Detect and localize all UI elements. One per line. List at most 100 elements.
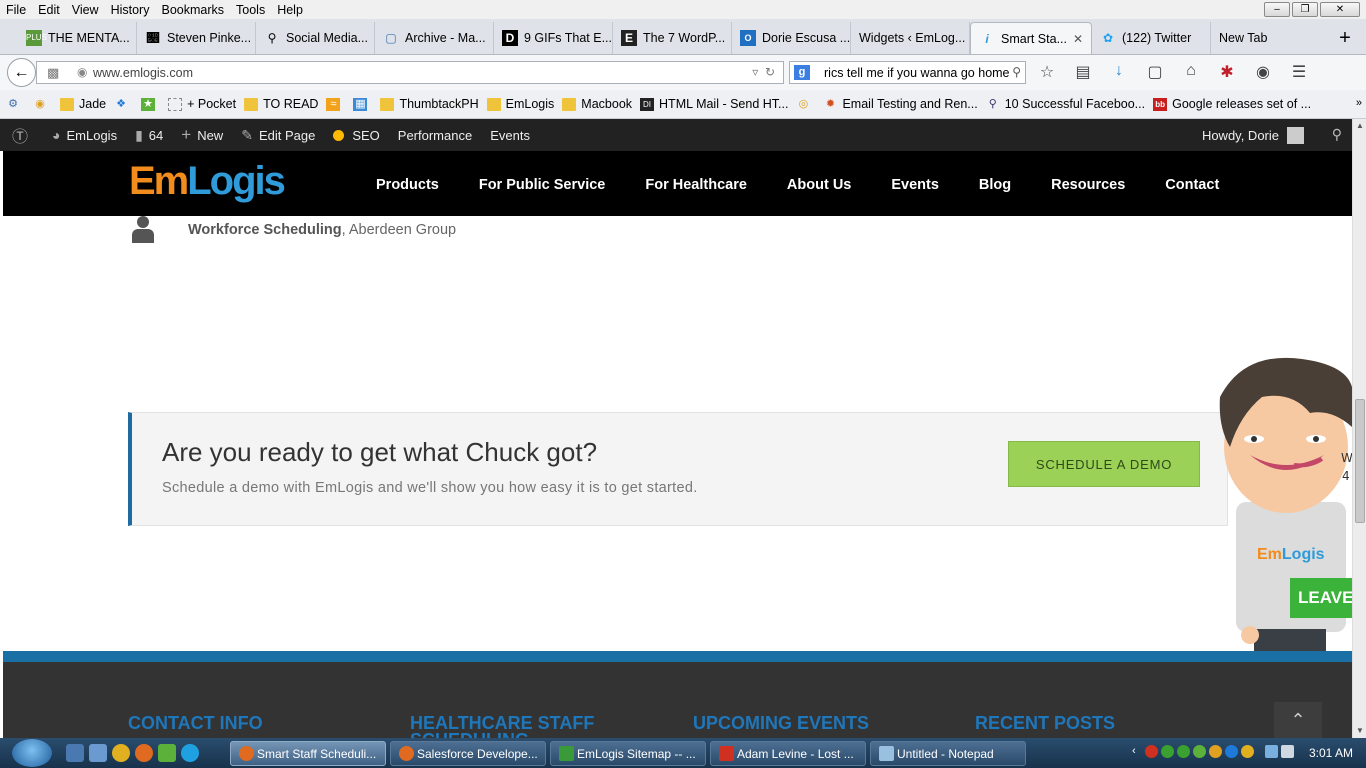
tray-app-icon[interactable] <box>1241 745 1254 758</box>
tab-social[interactable]: ⚲ Social Media... <box>256 22 375 54</box>
tray-app-icon[interactable] <box>1209 745 1222 758</box>
menu-help[interactable]: Help <box>277 3 303 17</box>
bookmark-html-mail[interactable]: DI HTML Mail - Send HT... <box>640 97 788 111</box>
bookmark-email-testing[interactable]: ✹ Email Testing and Ren... <box>823 97 978 111</box>
minimize-icon[interactable]: – <box>1264 2 1290 17</box>
taskbar-item-sitemap[interactable]: EmLogis Sitemap -- ... <box>550 741 706 766</box>
desktop-icon[interactable] <box>66 744 84 762</box>
addon-icon[interactable]: ✱ <box>1216 62 1238 82</box>
scroll-thumb[interactable] <box>1355 399 1365 523</box>
wp-site-link[interactable]: ◕ EmLogis <box>52 127 117 143</box>
evernote-icon[interactable] <box>158 744 176 762</box>
bookmark-grid[interactable]: ▦ <box>353 97 372 111</box>
tray-app-icon[interactable] <box>1193 745 1206 758</box>
back-to-top-button[interactable]: ⌃ <box>1274 702 1322 738</box>
nav-events[interactable]: Events <box>891 177 939 193</box>
menu-file[interactable]: File <box>6 3 26 17</box>
restore-icon[interactable]: ❐ <box>1292 2 1318 17</box>
explorer-icon[interactable] <box>89 744 107 762</box>
taskbar-item-smart-staff[interactable]: Smart Staff Scheduli... <box>230 741 386 766</box>
bookmark-pocket[interactable]: + Pocket <box>168 97 236 111</box>
nav-healthcare[interactable]: For Healthcare <box>645 177 747 193</box>
nav-resources[interactable]: Resources <box>1051 177 1125 193</box>
tab-new-tab[interactable]: New Tab <box>1211 22 1330 54</box>
close-tab-icon[interactable]: ✕ <box>1073 32 1083 46</box>
tab-mental[interactable]: PLUS THE MENTA... <box>18 22 137 54</box>
wp-account-menu[interactable]: Howdy, Dorie <box>1202 127 1304 144</box>
back-button[interactable]: ← <box>7 58 36 87</box>
bookmark-chrome[interactable]: ◉ <box>33 98 52 111</box>
leave-tab-button[interactable]: LEAVE <box>1290 578 1352 618</box>
search-input[interactable]: g rics tell me if you wanna go home ⚲ <box>789 61 1026 84</box>
color-wheel-icon[interactable]: ◉ <box>1252 62 1274 82</box>
search-icon[interactable]: ⚲ <box>1332 126 1342 143</box>
bookmark-gear[interactable]: ⚙ <box>6 98 25 111</box>
chevron-right-icon[interactable]: » <box>1356 97 1362 109</box>
new-tab-plus-icon[interactable]: + <box>1330 22 1360 54</box>
bookmark-to-read[interactable]: TO READ <box>244 97 318 111</box>
bookmark-macbook[interactable]: Macbook <box>562 97 632 111</box>
tray-app-icon[interactable] <box>1161 745 1174 758</box>
page-scrollbar[interactable]: ▲ ▼ <box>1352 119 1366 738</box>
skype-icon[interactable] <box>181 744 199 762</box>
bookmark-jade[interactable]: Jade <box>60 97 106 111</box>
taskbar-item-notepad[interactable]: Untitled - Notepad <box>870 741 1026 766</box>
taskbar-item-salesforce[interactable]: Salesforce Develope... <box>390 741 546 766</box>
tab-widgets[interactable]: Widgets ‹ EmLog... <box>851 22 970 54</box>
tab-dorie[interactable]: O Dorie Escusa ... <box>732 22 851 54</box>
start-button[interactable] <box>12 739 52 767</box>
wp-logo-button[interactable]: Ⓣ <box>12 123 34 147</box>
bookmark-facebook[interactable]: ⚲ 10 Successful Faceboo... <box>986 97 1145 111</box>
emlogis-logo[interactable]: EmLogis <box>129 159 286 204</box>
scroll-up-icon[interactable]: ▲ <box>1353 119 1366 133</box>
screenshot-icon[interactable]: ▢ <box>1144 62 1166 82</box>
bookmark-evernote[interactable]: ★ <box>141 97 160 111</box>
taskbar-item-adam-levine[interactable]: Adam Levine - Lost ... <box>710 741 866 766</box>
wp-events-link[interactable]: Events <box>490 128 530 143</box>
volume-icon[interactable] <box>1281 745 1294 758</box>
chrome-icon[interactable] <box>112 744 130 762</box>
menu-view[interactable]: View <box>72 3 99 17</box>
wp-performance-link[interactable]: Performance <box>398 128 472 143</box>
url-bar[interactable]: ▩ ◉ www.emlogis.com ▿ ↻ <box>36 61 784 84</box>
bookmark-circle[interactable]: ◎ <box>796 98 815 111</box>
network-icon[interactable] <box>1265 745 1278 758</box>
schedule-demo-button[interactable]: SCHEDULE A DEMO <box>1008 441 1200 487</box>
menu-tools[interactable]: Tools <box>236 3 265 17</box>
tab-twitter[interactable]: ✿ (122) Twitter <box>1092 22 1211 54</box>
download-icon[interactable]: ↓ <box>1108 62 1130 82</box>
nav-public-service[interactable]: For Public Service <box>479 177 606 193</box>
bookmark-dropbox[interactable]: ❖ <box>114 98 133 111</box>
tray-app-icon[interactable] <box>1225 745 1238 758</box>
tab-wordp[interactable]: E The 7 WordP... <box>613 22 732 54</box>
tab-archive[interactable]: ▢ Archive - Ma... <box>375 22 494 54</box>
menu-bookmarks[interactable]: Bookmarks <box>161 3 224 17</box>
tray-app-icon[interactable] <box>1177 745 1190 758</box>
tray-app-icon[interactable] <box>1145 745 1158 758</box>
close-icon[interactable]: ✕ <box>1320 2 1360 17</box>
nav-about-us[interactable]: About Us <box>787 177 851 193</box>
tray-chevron-icon[interactable]: ‹ <box>1132 745 1142 758</box>
nav-products[interactable]: Products <box>376 177 439 193</box>
wp-seo-link[interactable]: SEO <box>333 128 380 143</box>
bookmark-emlogis[interactable]: EmLogis <box>486 97 554 111</box>
menu-edit[interactable]: Edit <box>38 3 60 17</box>
scroll-down-icon[interactable]: ▼ <box>1353 724 1366 738</box>
tab-steven[interactable]: 𝔋 Steven Pinke... <box>137 22 256 54</box>
search-icon[interactable]: ⚲ <box>1012 65 1021 79</box>
bookmark-rss[interactable]: ≈ <box>326 97 345 111</box>
wp-new-link[interactable]: + New <box>181 125 223 145</box>
wp-edit-page-link[interactable]: ✎ Edit Page <box>241 127 315 144</box>
bookmark-thumbtack[interactable]: ThumbtackPH <box>380 97 479 111</box>
tab-gifs[interactable]: D 9 GIFs That E... <box>494 22 613 54</box>
wp-comments-link[interactable]: ▮ 64 <box>135 127 163 144</box>
nav-blog[interactable]: Blog <box>979 177 1011 193</box>
home-icon[interactable]: ⌂ <box>1180 62 1202 82</box>
reload-icon[interactable]: ▿ ↻ <box>752 65 775 79</box>
tab-smart-staff[interactable]: i Smart Sta... ✕ <box>970 22 1092 54</box>
reading-list-icon[interactable]: ▤ <box>1072 62 1094 82</box>
menu-history[interactable]: History <box>111 3 150 17</box>
star-icon[interactable]: ☆ <box>1036 62 1058 82</box>
nav-contact[interactable]: Contact <box>1165 177 1219 193</box>
firefox-icon[interactable] <box>135 744 153 762</box>
